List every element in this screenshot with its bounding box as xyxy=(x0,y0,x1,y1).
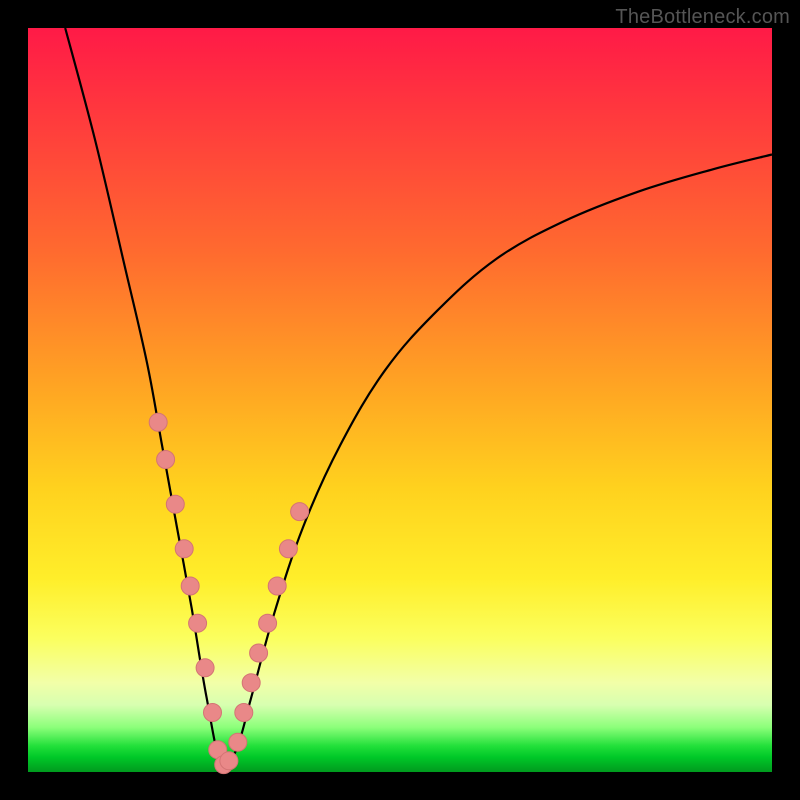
data-marker xyxy=(259,614,277,632)
data-marker xyxy=(149,413,167,431)
data-marker xyxy=(242,674,260,692)
curve-path xyxy=(65,28,772,768)
data-marker xyxy=(189,614,207,632)
data-marker xyxy=(166,495,184,513)
bottleneck-curve xyxy=(65,28,772,768)
data-marker xyxy=(175,540,193,558)
data-marker xyxy=(181,577,199,595)
chart-frame: TheBottleneck.com xyxy=(0,0,800,800)
data-marker xyxy=(220,752,238,770)
curve-layer xyxy=(28,28,772,772)
data-marker xyxy=(268,577,286,595)
data-marker xyxy=(229,733,247,751)
data-marker xyxy=(235,704,253,722)
data-marker xyxy=(204,704,222,722)
data-marker xyxy=(279,540,297,558)
plot-area xyxy=(28,28,772,772)
data-marker xyxy=(196,659,214,677)
data-marker xyxy=(250,644,268,662)
data-marker xyxy=(157,451,175,469)
watermark-text: TheBottleneck.com xyxy=(615,6,790,29)
data-marker xyxy=(291,503,309,521)
marker-group xyxy=(149,413,308,773)
